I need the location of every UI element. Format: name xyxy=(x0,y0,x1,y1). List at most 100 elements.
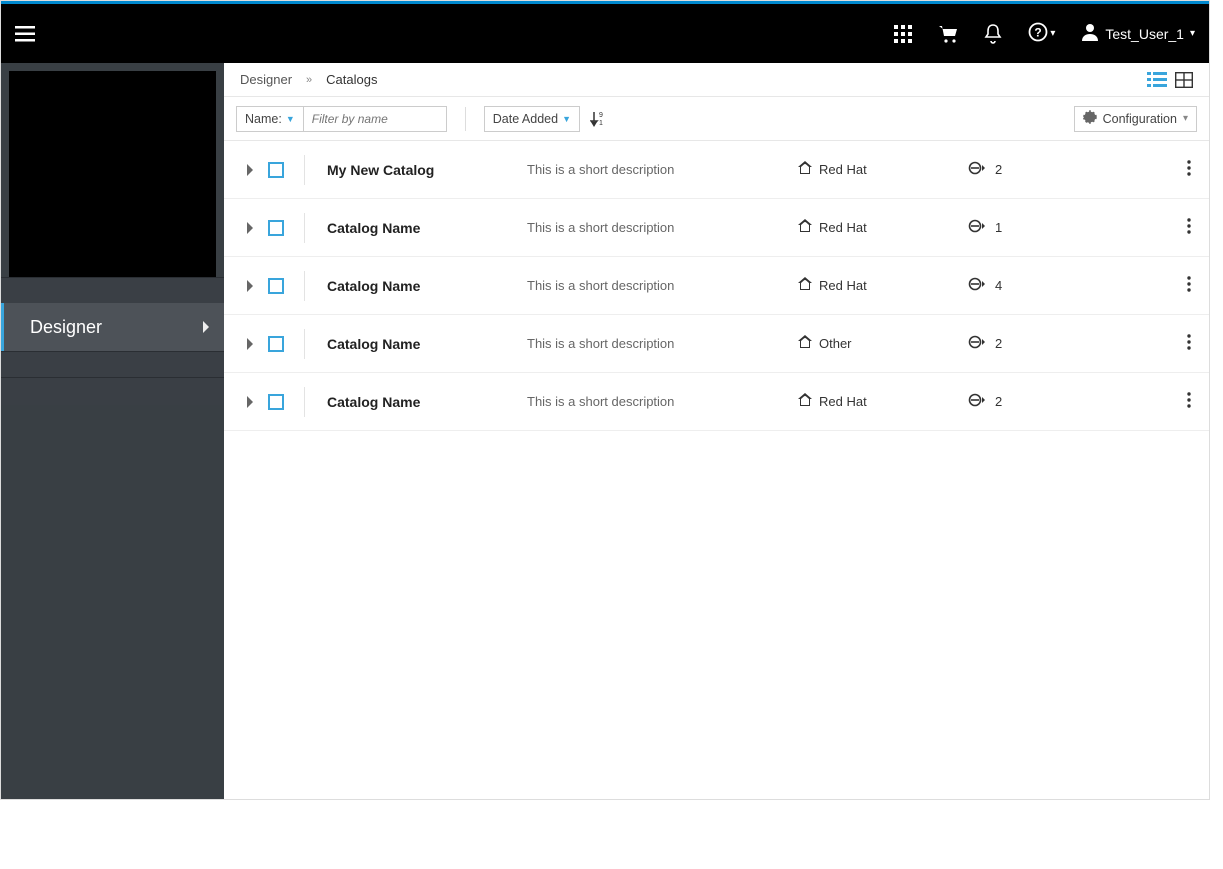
catalog-list: My New CatalogThis is a short descriptio… xyxy=(224,141,1209,799)
row-kebab-icon[interactable] xyxy=(1181,270,1197,301)
svg-text:9: 9 xyxy=(599,112,603,119)
org-icon xyxy=(797,276,813,295)
org-icon xyxy=(797,392,813,411)
toolbar: Name: ▼ Date Added ▼ 91 Configuration xyxy=(224,97,1209,141)
catalog-title: Catalog Name xyxy=(327,278,527,294)
row-divider xyxy=(304,213,305,243)
caret-down-icon: ▼ xyxy=(562,114,571,124)
sidebar-band xyxy=(1,277,224,303)
catalog-title: Catalog Name xyxy=(327,394,527,410)
catalog-title: Catalog Name xyxy=(327,220,527,236)
row-checkbox[interactable] xyxy=(268,336,284,352)
sidebar-band xyxy=(1,377,224,405)
main-content: Designer » Catalogs Name: ▼ xyxy=(224,63,1209,799)
caret-down-icon: ▼ xyxy=(286,114,295,124)
filter-type-dropdown[interactable]: Name: ▼ xyxy=(236,106,304,132)
expand-row-icon[interactable] xyxy=(236,338,264,350)
row-checkbox[interactable] xyxy=(268,278,284,294)
user-menu[interactable]: Test_User_1 ▾ xyxy=(1081,23,1195,44)
catalog-description: This is a short description xyxy=(527,162,797,177)
sidebar: Designer xyxy=(1,63,224,799)
toolbar-divider xyxy=(465,107,466,131)
chevron-down-icon: ▾ xyxy=(1050,28,1055,39)
catalog-org: Red Hat xyxy=(797,276,967,295)
user-name: Test_User_1 xyxy=(1105,26,1184,42)
help-menu[interactable]: ? ▾ xyxy=(1028,22,1055,45)
grid-view-icon[interactable] xyxy=(1175,72,1193,88)
row-checkbox[interactable] xyxy=(268,220,284,236)
org-icon xyxy=(797,334,813,353)
catalog-row[interactable]: Catalog NameThis is a short descriptionR… xyxy=(224,257,1209,315)
hamburger-menu-icon[interactable] xyxy=(15,26,35,42)
help-icon: ? xyxy=(1028,22,1048,45)
catalog-count: 2 xyxy=(967,392,1067,411)
catalog-count: 2 xyxy=(967,160,1067,179)
catalog-org: Other xyxy=(797,334,967,353)
list-view-icon[interactable] xyxy=(1147,72,1167,88)
configuration-button[interactable]: Configuration ▾ xyxy=(1074,106,1197,132)
sync-icon xyxy=(967,218,985,237)
filter-type-label: Name: xyxy=(245,112,282,126)
row-divider xyxy=(304,387,305,417)
sort-dropdown[interactable]: Date Added ▼ xyxy=(484,106,580,132)
row-divider xyxy=(304,271,305,301)
expand-row-icon[interactable] xyxy=(236,222,264,234)
catalog-count: 1 xyxy=(967,218,1067,237)
cart-icon[interactable] xyxy=(938,25,958,43)
expand-row-icon[interactable] xyxy=(236,396,264,408)
row-divider xyxy=(304,329,305,359)
topbar: ? ▾ Test_User_1 ▾ xyxy=(1,1,1209,63)
catalog-org: Red Hat xyxy=(797,392,967,411)
sync-icon xyxy=(967,160,985,179)
row-kebab-icon[interactable] xyxy=(1181,328,1197,359)
gear-icon xyxy=(1083,110,1097,127)
sync-icon xyxy=(967,276,985,295)
breadcrumb-current: Catalogs xyxy=(326,72,377,87)
catalog-count: 2 xyxy=(967,334,1067,353)
expand-row-icon[interactable] xyxy=(236,164,264,176)
org-icon xyxy=(797,160,813,179)
sidebar-item-label: Designer xyxy=(30,317,102,338)
svg-text:?: ? xyxy=(1035,26,1042,40)
row-kebab-icon[interactable] xyxy=(1181,154,1197,185)
breadcrumb-root[interactable]: Designer xyxy=(240,72,292,87)
configuration-label: Configuration xyxy=(1103,112,1177,126)
row-checkbox[interactable] xyxy=(268,162,284,178)
catalog-row[interactable]: Catalog NameThis is a short descriptionR… xyxy=(224,199,1209,257)
chevron-down-icon: ▾ xyxy=(1190,28,1195,39)
row-divider xyxy=(304,155,305,185)
sidebar-logo-area xyxy=(9,71,216,277)
org-icon xyxy=(797,218,813,237)
chevron-right-icon xyxy=(202,317,210,338)
chevron-down-icon: ▾ xyxy=(1183,113,1188,124)
expand-row-icon[interactable] xyxy=(236,280,264,292)
sort-direction-icon[interactable]: 91 xyxy=(590,110,606,128)
catalog-row[interactable]: My New CatalogThis is a short descriptio… xyxy=(224,141,1209,199)
sort-label: Date Added xyxy=(493,112,558,126)
svg-text:1: 1 xyxy=(599,120,603,127)
breadcrumb-bar: Designer » Catalogs xyxy=(224,63,1209,97)
sync-icon xyxy=(967,334,985,353)
sync-icon xyxy=(967,392,985,411)
catalog-title: Catalog Name xyxy=(327,336,527,352)
catalog-description: This is a short description xyxy=(527,278,797,293)
sidebar-band xyxy=(1,351,224,377)
bell-icon[interactable] xyxy=(984,24,1002,44)
row-kebab-icon[interactable] xyxy=(1181,386,1197,417)
catalog-org: Red Hat xyxy=(797,218,967,237)
catalog-row[interactable]: Catalog NameThis is a short descriptionO… xyxy=(224,315,1209,373)
row-checkbox[interactable] xyxy=(268,394,284,410)
sidebar-item-designer[interactable]: Designer xyxy=(1,303,224,351)
filter-input[interactable] xyxy=(303,106,447,132)
catalog-description: This is a short description xyxy=(527,394,797,409)
catalog-org: Red Hat xyxy=(797,160,967,179)
catalog-description: This is a short description xyxy=(527,220,797,235)
catalog-description: This is a short description xyxy=(527,336,797,351)
user-icon xyxy=(1081,23,1099,44)
catalog-title: My New Catalog xyxy=(327,162,527,178)
catalog-row[interactable]: Catalog NameThis is a short descriptionR… xyxy=(224,373,1209,431)
breadcrumb-separator-icon: » xyxy=(306,74,312,86)
row-kebab-icon[interactable] xyxy=(1181,212,1197,243)
catalog-count: 4 xyxy=(967,276,1067,295)
apps-grid-icon[interactable] xyxy=(894,25,912,43)
